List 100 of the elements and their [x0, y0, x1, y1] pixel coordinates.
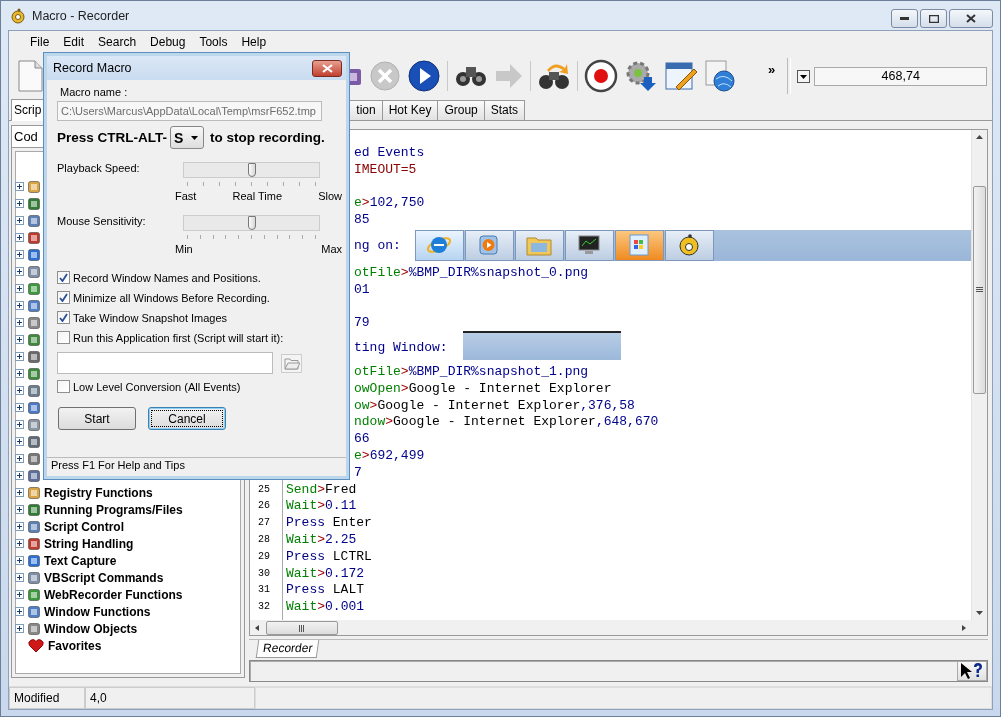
dropdown-icon[interactable]: [797, 69, 811, 83]
expand-icon[interactable]: [15, 590, 24, 599]
expand-icon[interactable]: [15, 267, 24, 276]
toolbar-overflow[interactable]: »: [768, 62, 776, 77]
dialog-button[interactable]: Start: [58, 407, 136, 430]
expand-icon[interactable]: [15, 369, 24, 378]
expand-icon[interactable]: [15, 199, 24, 208]
node-icon: [28, 350, 40, 363]
menu-item[interactable]: Debug: [143, 35, 193, 49]
code-line: 85: [354, 212, 370, 228]
play-icon[interactable]: [407, 59, 441, 93]
code-line: Press LCTRL: [286, 548, 372, 564]
document-icon[interactable]: [15, 59, 45, 93]
dialog-button[interactable]: Cancel: [148, 407, 226, 430]
macro-name-field[interactable]: C:\Users\Marcus\AppData\Local\Temp\msrF652.tmp: [57, 101, 322, 121]
node-icon: [28, 435, 40, 448]
slider[interactable]: [183, 215, 320, 231]
expand-icon[interactable]: [15, 488, 24, 497]
tree-item[interactable]: String Handling: [44, 536, 134, 551]
tree-item[interactable]: Script Control: [44, 519, 124, 534]
tree-item[interactable]: Favorites: [48, 638, 102, 653]
expand-icon[interactable]: [15, 539, 24, 548]
expand-icon[interactable]: [15, 301, 24, 310]
slider-thumb[interactable]: [247, 216, 256, 230]
node-icon: [28, 418, 40, 431]
tree-item[interactable]: Text Capture: [44, 553, 117, 568]
field-label: Macro name :: [60, 86, 129, 98]
expand-icon[interactable]: [15, 216, 24, 225]
code-line: Wait>0.11: [286, 498, 357, 514]
tab[interactable]: Stats: [483, 100, 526, 120]
menu-item[interactable]: Edit: [56, 35, 92, 49]
code-line: Press LALT: [286, 582, 365, 598]
tree-item[interactable]: Window Objects: [44, 621, 138, 636]
expand-icon[interactable]: [15, 250, 24, 259]
tree-item[interactable]: WebRecorder Functions: [44, 587, 183, 602]
node-icon: [28, 520, 40, 533]
checkbox[interactable]: [57, 311, 70, 324]
scroll-thumb[interactable]: [266, 621, 338, 635]
expand-icon[interactable]: [15, 607, 24, 616]
tree-item[interactable]: Window Functions: [44, 604, 151, 619]
expand-icon[interactable]: [15, 471, 24, 480]
checkbox[interactable]: [57, 380, 70, 393]
application-field[interactable]: [57, 352, 273, 374]
tree-item[interactable]: Registry Functions: [44, 485, 153, 500]
checkbox-label: Run this Application first (Script will start it):: [73, 331, 284, 344]
tree-item[interactable]: VBScript Commands: [44, 570, 164, 585]
code-line: Wait>0.172: [286, 565, 365, 581]
expand-icon[interactable]: [15, 505, 24, 514]
checkbox-label: Low Level Conversion (All Events): [73, 380, 241, 393]
expand-icon[interactable]: [15, 386, 24, 395]
menu-item[interactable]: Search: [91, 35, 144, 49]
window-title: Macro - Recorder: [32, 8, 130, 23]
vertical-scrollbar[interactable]: [971, 130, 987, 620]
menu-item[interactable]: Tools: [192, 35, 235, 49]
expand-icon[interactable]: [15, 556, 24, 565]
check-icon: [59, 293, 68, 302]
hotkey-dropdown[interactable]: S: [170, 126, 204, 149]
menu-item[interactable]: Help: [234, 35, 274, 49]
checkbox[interactable]: [57, 271, 70, 284]
record-icon[interactable]: [584, 59, 618, 93]
expand-icon[interactable]: [15, 624, 24, 633]
expand-icon[interactable]: [15, 522, 24, 531]
help-button[interactable]: [957, 661, 987, 681]
expand-icon[interactable]: [15, 437, 24, 446]
expand-icon[interactable]: [15, 420, 24, 429]
help-cursor-icon: [959, 662, 985, 680]
maximize-button[interactable]: [920, 9, 947, 28]
scale-label: Fast: [175, 190, 197, 202]
gear-icon[interactable]: [624, 59, 658, 93]
expand-icon[interactable]: [15, 403, 24, 412]
horizontal-scrollbar[interactable]: [250, 620, 987, 635]
checkbox[interactable]: [57, 331, 70, 344]
scroll-thumb[interactable]: [973, 186, 986, 394]
slider-thumb[interactable]: [247, 163, 256, 177]
close-button[interactable]: [312, 59, 342, 77]
tree-item[interactable]: Running Programs/Files: [44, 502, 183, 517]
menu-item[interactable]: File: [23, 35, 57, 49]
expand-icon[interactable]: [15, 284, 24, 293]
check-icon: [59, 313, 68, 322]
tab[interactable]: Recorder: [255, 640, 320, 658]
expand-icon[interactable]: [15, 352, 24, 361]
expand-icon[interactable]: [15, 182, 24, 191]
expand-icon[interactable]: [15, 573, 24, 582]
edit-icon[interactable]: [664, 59, 698, 93]
minimize-button[interactable]: [891, 9, 918, 28]
checkbox-label: Minimize all Windows Before Recording.: [73, 291, 270, 304]
expand-icon[interactable]: [15, 335, 24, 344]
command-field[interactable]: [249, 660, 988, 682]
expand-icon[interactable]: [15, 454, 24, 463]
tab[interactable]: Hot Key: [381, 100, 439, 120]
tab[interactable]: Group: [437, 100, 485, 120]
checkbox[interactable]: [57, 291, 70, 304]
close-button[interactable]: [949, 9, 993, 28]
globe-icon[interactable]: [704, 59, 736, 93]
slider[interactable]: [183, 162, 320, 178]
expand-icon[interactable]: [15, 318, 24, 327]
expand-icon[interactable]: [15, 233, 24, 242]
code-line: e>102,750: [354, 195, 425, 211]
dialog-title: Record Macro: [53, 61, 132, 75]
code-line: 66: [354, 431, 370, 447]
